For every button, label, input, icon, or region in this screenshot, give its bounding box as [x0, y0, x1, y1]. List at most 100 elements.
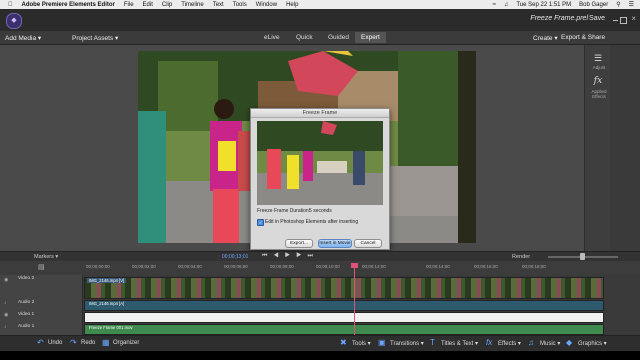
premiere-logo-icon: ◆: [6, 13, 22, 29]
menu-text[interactable]: Text: [213, 2, 224, 8]
wifi-icon[interactable]: ≈: [493, 2, 496, 8]
tools-icon[interactable]: ✖: [340, 338, 347, 347]
minimize-icon[interactable]: [613, 17, 618, 21]
graphics-button[interactable]: Graphics ▾: [578, 340, 607, 347]
zoom-slider-handle[interactable]: [580, 253, 585, 260]
menu-help[interactable]: Help: [286, 2, 298, 8]
close-icon[interactable]: ×: [631, 14, 636, 23]
track-video-2: ◉ Video 2 IMG_2146.mp4 [V]: [0, 275, 640, 300]
fx-icon[interactable]: fx: [589, 76, 607, 86]
preview-frame: [257, 121, 383, 205]
clip-title: IMG_2146.mp4 [A]: [89, 301, 125, 306]
search-icon[interactable]: ⚲: [616, 1, 620, 8]
transitions-icon[interactable]: ▣: [378, 338, 386, 347]
project-assets-button[interactable]: Project Assets ▾: [72, 34, 118, 42]
maximize-icon[interactable]: [620, 17, 627, 24]
ruler-tick: 00;00;16;00: [474, 264, 498, 269]
music-button[interactable]: Music ▾: [540, 340, 560, 347]
track-header: ♪ Audio 2: [0, 299, 83, 311]
document-title: Freeze Frame.prel: [530, 15, 588, 22]
mac-menubar:  Adobe Premiere Elements Editor File Ed…: [0, 0, 640, 9]
video-1-empty[interactable]: [84, 312, 604, 323]
render-button[interactable]: Render: [512, 254, 530, 260]
current-timecode[interactable]: 00;00;13;01: [222, 254, 248, 260]
track-label: Video 2: [18, 276, 35, 281]
app-menu[interactable]: Adobe Premiere Elements Editor: [22, 2, 115, 8]
tab-elive[interactable]: eLive: [258, 32, 286, 43]
audio-clip[interactable]: IMG_2146.mp4 [A]: [84, 300, 604, 311]
graphics-icon[interactable]: ◆: [566, 338, 572, 347]
video-clip[interactable]: IMG_2146.mp4 [V]: [84, 277, 604, 299]
track-header: ♪ Audio 1: [0, 323, 83, 335]
ruler-tick: 00;00;00;00: [86, 264, 110, 269]
music-icon[interactable]: ♫: [528, 338, 534, 347]
bottom-action-bar: ↶ Undo ↷ Redo ▦ Organizer ✖ Tools ▾ ▣ Tr…: [0, 335, 640, 352]
undo-button[interactable]: Undo: [48, 340, 62, 346]
effects-icon[interactable]: fx: [486, 338, 492, 347]
adjust-icon[interactable]: ☰: [589, 53, 607, 64]
volume-icon[interactable]: ♫: [504, 2, 509, 8]
freeze-frame-dialog: Freeze Frame Freeze Frame Duration: 5 se…: [250, 108, 390, 250]
export-button[interactable]: Export...: [285, 239, 313, 248]
adjust-label: Adjust: [592, 65, 606, 70]
tab-guided[interactable]: Guided: [322, 32, 355, 43]
eye-icon[interactable]: ◉: [4, 277, 8, 283]
save-button[interactable]: Save: [589, 15, 605, 22]
tab-expert[interactable]: Expert: [355, 32, 386, 43]
titles-text-button[interactable]: Titles & Text ▾: [441, 340, 478, 347]
list-icon[interactable]: ☰: [629, 1, 634, 8]
clock[interactable]: Tue Sep 22 1:51 PM: [516, 2, 571, 8]
track-header: ◉ Video 1: [0, 311, 83, 323]
titles-icon[interactable]: T: [430, 338, 435, 347]
undo-icon[interactable]: ↶: [37, 338, 44, 347]
insert-in-movie-button[interactable]: Insert in Movie: [318, 239, 352, 248]
applied-effects-label: Applied Effects: [591, 89, 607, 99]
markers-menu[interactable]: Markers ▾: [34, 254, 58, 260]
tab-quick[interactable]: Quick: [290, 32, 319, 43]
menu-edit[interactable]: Edit: [143, 2, 153, 8]
menu-file[interactable]: File: [124, 2, 134, 8]
duration-label: Freeze Frame Duration:: [257, 208, 311, 214]
ruler-tick: 00;00;12;00: [362, 264, 386, 269]
redo-icon[interactable]: ↷: [70, 338, 77, 347]
eye-icon[interactable]: ◉: [4, 312, 8, 318]
clip-title: Freeze Frame 001.mov: [89, 325, 133, 330]
menubar-status: ≈ ♫ Tue Sep 22 1:51 PM Bob Gager ⚲ ☰: [493, 0, 634, 9]
track-label: Video 1: [18, 312, 35, 317]
green-clip[interactable]: Freeze Frame 001.mov: [84, 324, 604, 335]
apple-icon[interactable]: : [8, 2, 13, 8]
effects-button[interactable]: Effects ▾: [498, 340, 521, 347]
duration-value[interactable]: 5 seconds: [309, 208, 332, 214]
app-titlebar: ◆ Freeze Frame.prel Save ×: [0, 9, 640, 32]
menu-clip[interactable]: Clip: [162, 2, 172, 8]
ruler-tick: 00;00;06;00: [224, 264, 248, 269]
menu-timeline[interactable]: Timeline: [181, 2, 203, 8]
menu-tools[interactable]: Tools: [233, 2, 247, 8]
edit-checkbox[interactable]: ✓: [257, 219, 264, 226]
playback-controls-icon[interactable]: ⏮◀▶▶⏭: [262, 253, 319, 260]
timeline-ruler[interactable]: ▤ 00;00;00;00 00;00;02;00 00;00;04;00 00…: [0, 261, 640, 276]
ruler-tick: 00;00;02;00: [132, 264, 156, 269]
redo-button[interactable]: Redo: [81, 340, 95, 346]
playhead[interactable]: [354, 263, 355, 335]
timeline-settings-icon[interactable]: ▤: [38, 263, 45, 271]
transitions-button[interactable]: Transitions ▾: [390, 340, 424, 347]
organizer-button[interactable]: Organizer: [113, 340, 139, 346]
speaker-icon[interactable]: ♪: [4, 300, 7, 306]
tools-button[interactable]: Tools ▾: [352, 340, 371, 347]
freeze-frame-preview: [257, 121, 383, 205]
right-panel: ☰ Adjust fx Applied Effects: [584, 45, 611, 251]
cancel-button[interactable]: Cancel: [354, 239, 382, 248]
ruler-tick: 00;00;18;00: [522, 264, 546, 269]
add-media-button[interactable]: Add Media ▾: [5, 34, 41, 42]
organizer-icon[interactable]: ▦: [102, 338, 110, 347]
dialog-title: Freeze Frame: [251, 109, 389, 118]
playhead-handle[interactable]: [351, 263, 358, 268]
speaker-icon[interactable]: ♪: [4, 324, 7, 330]
menu-window[interactable]: Window: [256, 2, 277, 8]
user-name[interactable]: Bob Gager: [579, 2, 608, 8]
export-share-button[interactable]: Export & Share: [561, 34, 605, 41]
bottom-letterbox: [0, 351, 640, 360]
create-button[interactable]: Create ▾: [533, 34, 558, 42]
ruler-tick: 00;00;04;00: [178, 264, 202, 269]
